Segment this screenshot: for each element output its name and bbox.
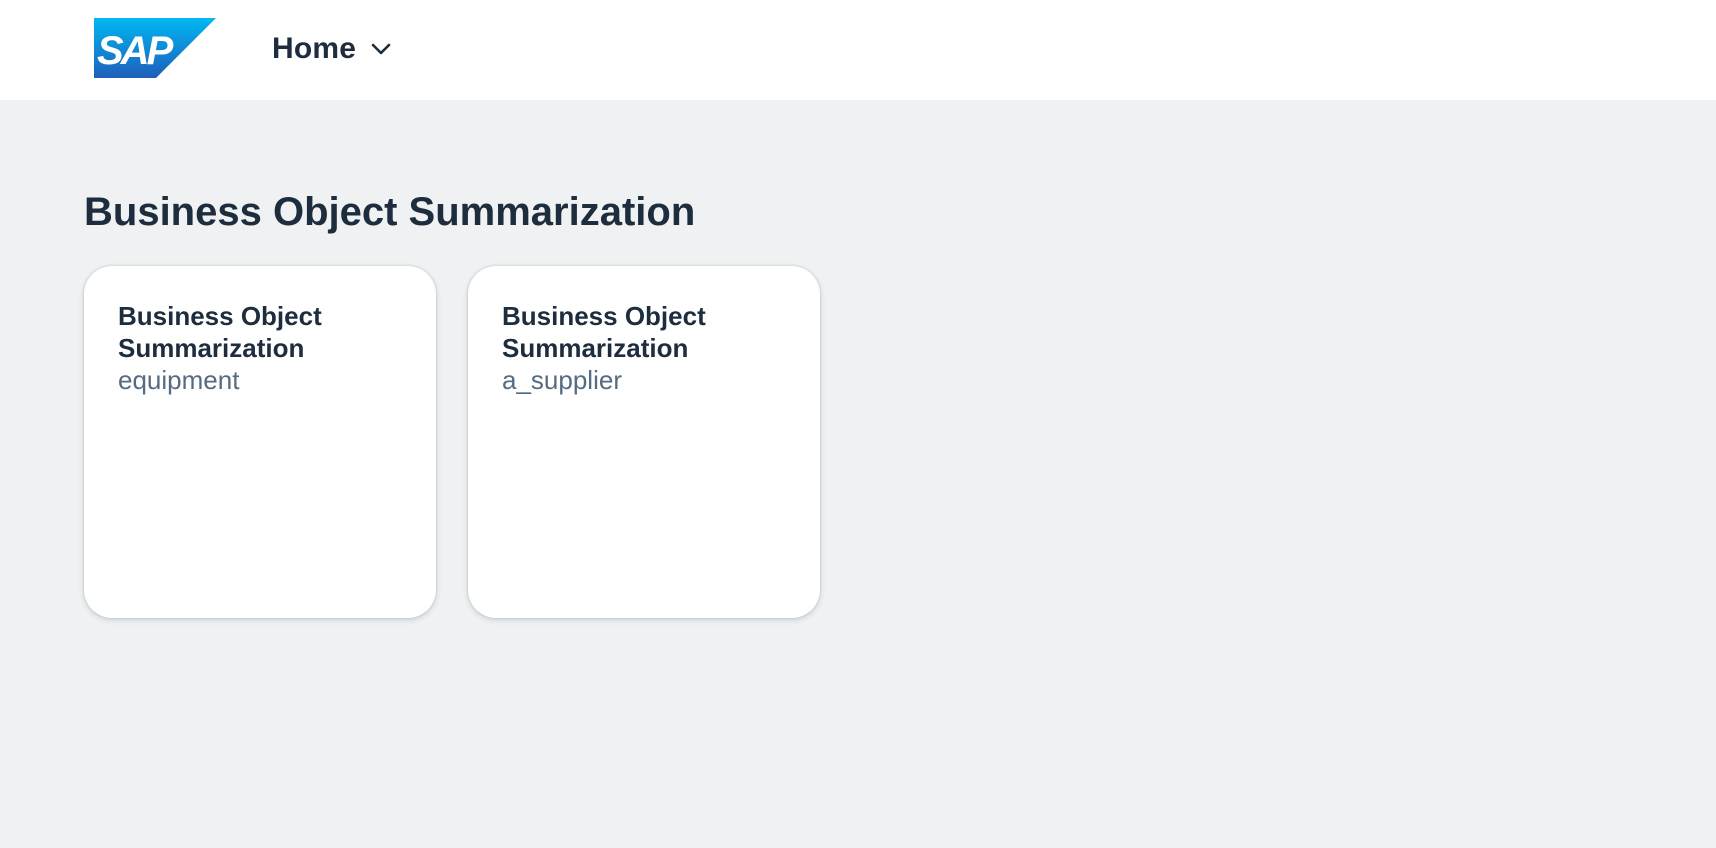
- home-menu-label: Home: [272, 32, 357, 65]
- svg-text:SAP: SAP: [97, 29, 174, 73]
- shell-header: SAP Home: [0, 0, 1716, 100]
- home-menu-button[interactable]: Home: [272, 28, 392, 70]
- tile-title: Business Object Summarization: [502, 301, 706, 363]
- tile-subtitle: a_supplier: [502, 365, 622, 395]
- chevron-down-icon: [371, 43, 391, 55]
- tile-title: Business Object Summarization: [118, 301, 322, 363]
- section-title: Business Object Summarization: [84, 190, 696, 234]
- tile-container: Business Object Summarization equipment …: [84, 266, 820, 618]
- sap-logo[interactable]: SAP: [94, 18, 216, 78]
- main-content: Business Object Summarization Business O…: [0, 100, 1716, 848]
- tile-a-supplier[interactable]: Business Object Summarization a_supplier: [468, 266, 820, 618]
- tile-equipment[interactable]: Business Object Summarization equipment: [84, 266, 436, 618]
- tile-subtitle: equipment: [118, 365, 240, 395]
